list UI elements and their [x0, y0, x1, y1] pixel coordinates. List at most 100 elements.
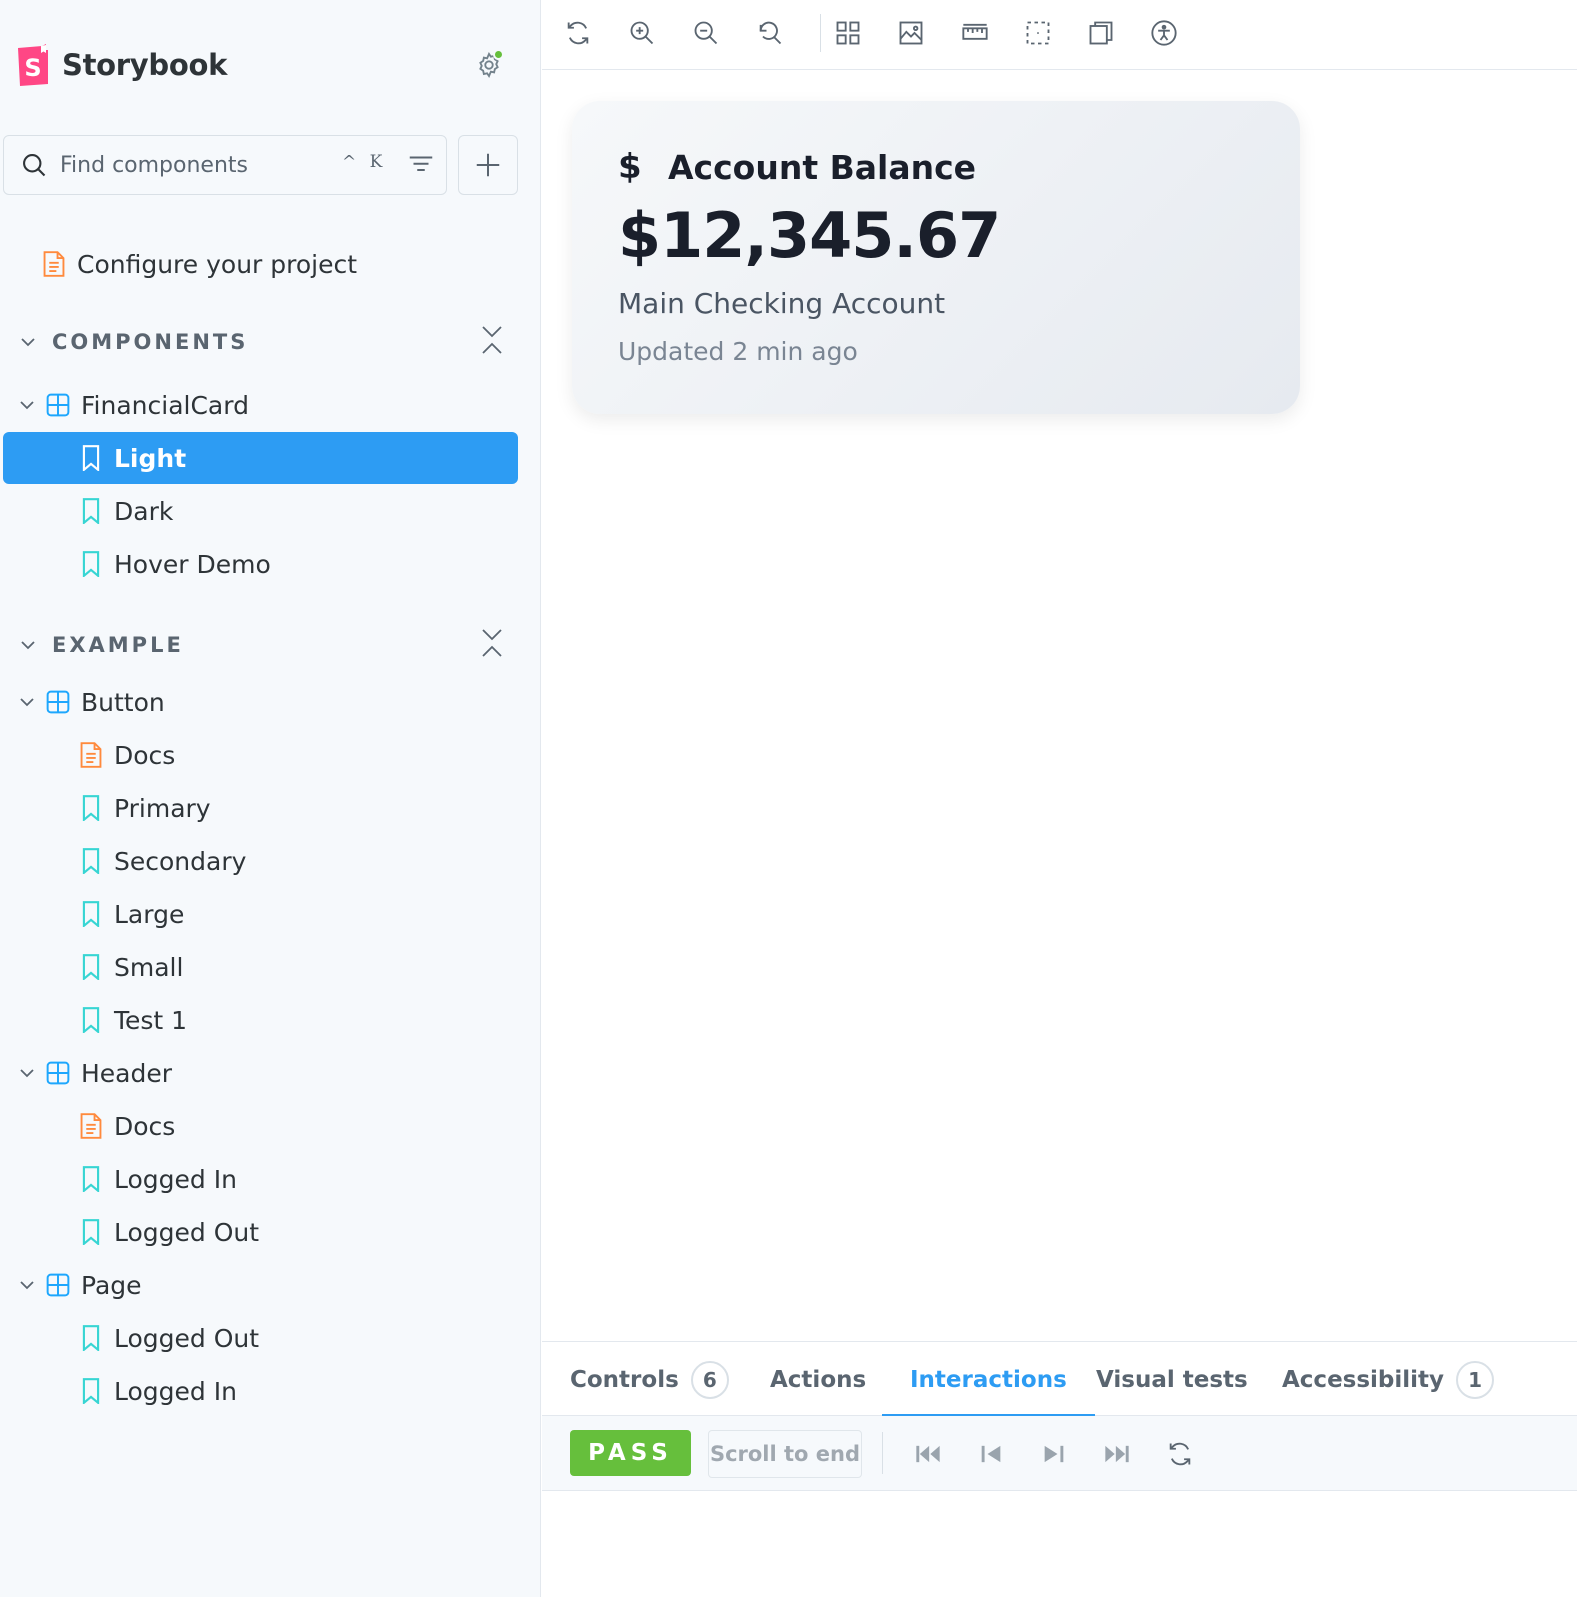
story-button-test-1[interactable]: Test 1 [3, 994, 518, 1046]
component-label: Header [81, 1058, 173, 1088]
component-label: Button [81, 687, 165, 717]
bookmark-icon [82, 1007, 100, 1033]
bookmark-icon [82, 1378, 100, 1404]
financial-card[interactable]: $ Account Balance $12,345.67 Main Checki… [572, 101, 1300, 414]
brand[interactable]: S Storybook [16, 44, 227, 86]
zoom-out-button[interactable] [690, 17, 722, 49]
component-icon [46, 1273, 70, 1297]
sidebar-item-header[interactable]: Header [3, 1047, 518, 1099]
go-to-start-button[interactable] [912, 1438, 944, 1470]
story-button-large[interactable]: Large [3, 888, 518, 940]
plus-icon [476, 153, 500, 177]
measure-button[interactable] [959, 17, 991, 49]
background-button[interactable] [895, 17, 927, 49]
story-button-primary[interactable]: Primary [3, 782, 518, 834]
search-shortcut: ^ K [342, 152, 387, 172]
step-forward-button[interactable] [1038, 1438, 1070, 1470]
sidebar-item-page[interactable]: Page [3, 1259, 518, 1311]
component-icon [46, 690, 70, 714]
interactions-toolbar: PASS Scroll to end [542, 1416, 1577, 1491]
remount-button[interactable] [562, 17, 594, 49]
search-input[interactable] [60, 152, 330, 178]
toolbar-divider [820, 14, 821, 52]
tab-visual-tests[interactable]: Visual tests [1096, 1342, 1248, 1417]
interactions-panel-body [542, 1492, 1577, 1597]
viewport-button[interactable] [1085, 17, 1117, 49]
collapse-all-button[interactable] [478, 322, 506, 362]
sidebar-item-configure[interactable]: Configure your project [3, 238, 518, 290]
update-indicator [493, 49, 504, 60]
story-button-small[interactable]: Small [3, 941, 518, 993]
search-icon [23, 154, 46, 177]
tab-accessibility[interactable]: Accessibility 1 [1282, 1342, 1495, 1417]
grid-icon [836, 21, 860, 45]
story-financialcard-dark[interactable]: Dark [3, 485, 518, 537]
collapse-all-icon [482, 326, 502, 354]
dollar-icon: $ [618, 147, 642, 187]
zoom-reset-icon [759, 21, 782, 45]
bookmark-icon [82, 954, 100, 980]
configure-label: Configure your project [77, 249, 358, 279]
chevron-down-icon [20, 698, 34, 707]
controls-count-badge: 6 [690, 1360, 729, 1399]
section-example[interactable]: EXAMPLE [16, 625, 516, 665]
sidebar-item-financialcard[interactable]: FinancialCard [3, 379, 518, 431]
rerun-button[interactable] [1164, 1438, 1196, 1470]
add-story-button[interactable] [458, 135, 518, 195]
story-label: Test 1 [114, 1005, 188, 1035]
section-title: EXAMPLE [52, 633, 184, 657]
skip-end-icon [1105, 1445, 1129, 1463]
account-name: Main Checking Account [618, 287, 946, 320]
sidebar: S Storybook ^ K Configure your project CO… [0, 0, 541, 1597]
sidebar-item-button[interactable]: Button [3, 676, 518, 728]
story-button-secondary[interactable]: Secondary [3, 835, 518, 887]
tab-label: Interactions [910, 1366, 1067, 1393]
story-header-logged-in[interactable]: Logged In [3, 1153, 518, 1205]
bookmark-icon [82, 1325, 100, 1351]
bookmark-icon [82, 1219, 100, 1245]
accessibility-button[interactable] [1148, 17, 1180, 49]
tab-controls[interactable]: Controls 6 [570, 1342, 729, 1417]
story-label: Large [114, 899, 185, 929]
story-label: Logged In [114, 1376, 237, 1406]
settings-button[interactable] [472, 48, 506, 82]
story-page-logged-out[interactable]: Logged Out [3, 1312, 518, 1364]
tab-label: Controls [570, 1366, 679, 1393]
story-header-docs[interactable]: Docs [3, 1100, 518, 1152]
story-page-logged-in[interactable]: Logged In [3, 1365, 518, 1417]
chevron-down-icon [20, 1069, 34, 1078]
svg-text:S: S [24, 54, 41, 82]
chevron-down-icon [20, 1281, 34, 1290]
balance-amount: $12,345.67 [618, 199, 1001, 272]
tab-label: Accessibility [1282, 1366, 1445, 1393]
search-box[interactable]: ^ K [3, 135, 447, 195]
story-header-logged-out[interactable]: Logged Out [3, 1206, 518, 1258]
zoom-in-button[interactable] [626, 17, 658, 49]
sync-icon [1169, 1442, 1191, 1466]
bookmark-icon [82, 901, 100, 927]
filter-icon[interactable] [406, 150, 436, 180]
grid-button[interactable] [832, 17, 864, 49]
story-financialcard-light[interactable]: Light [3, 432, 518, 484]
story-button-docs[interactable]: Docs [3, 729, 518, 781]
story-label: Docs [114, 740, 176, 770]
storybook-logo-icon: S [18, 44, 48, 86]
section-title: COMPONENTS [52, 330, 249, 354]
outline-button[interactable] [1022, 17, 1054, 49]
tab-interactions[interactable]: Interactions [882, 1342, 1095, 1418]
section-components[interactable]: COMPONENTS [16, 322, 516, 362]
scroll-to-end-button[interactable]: Scroll to end [708, 1430, 862, 1478]
status-badge: PASS [570, 1430, 691, 1476]
collapse-all-button[interactable] [478, 625, 506, 665]
story-financialcard-hover-demo[interactable]: Hover Demo [3, 538, 518, 590]
zoom-reset-button[interactable] [754, 17, 786, 49]
step-back-button[interactable] [975, 1438, 1007, 1470]
story-label: Hover Demo [114, 549, 271, 579]
document-icon [43, 251, 65, 277]
story-label: Logged In [114, 1164, 237, 1194]
story-label: Small [114, 952, 184, 982]
brand-name: Storybook [62, 48, 228, 82]
go-to-end-button[interactable] [1101, 1438, 1133, 1470]
tab-actions[interactable]: Actions [770, 1342, 866, 1417]
sync-icon [567, 21, 589, 45]
